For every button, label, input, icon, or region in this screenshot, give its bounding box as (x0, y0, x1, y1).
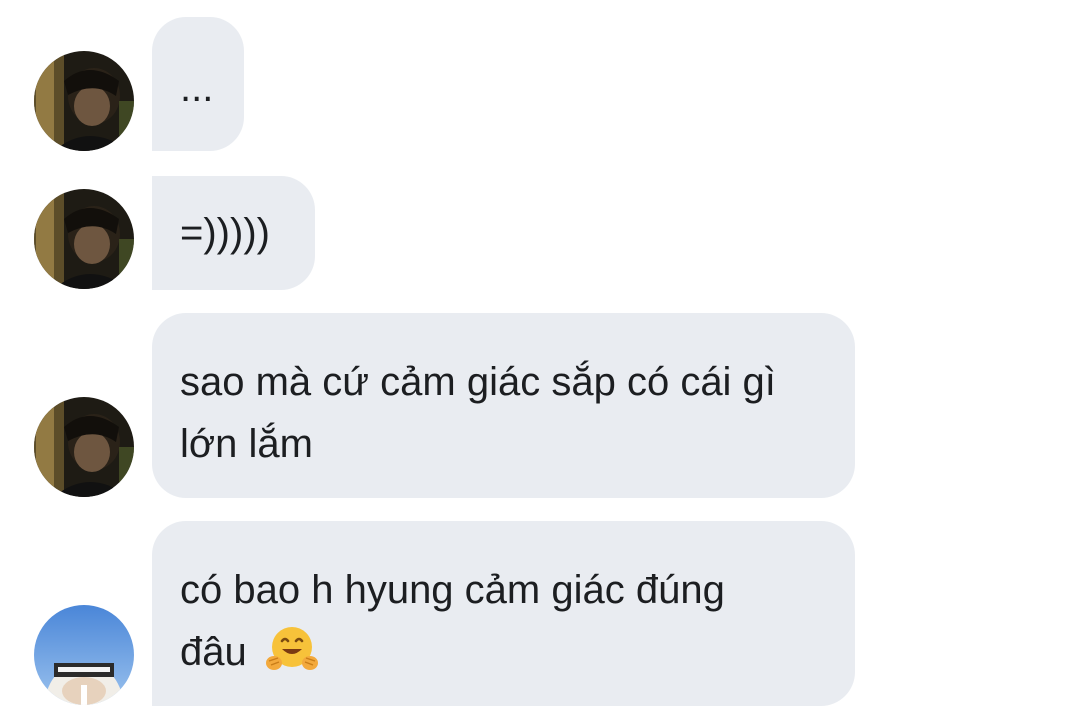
hugging-face-icon (265, 625, 318, 691)
message-text: ... (180, 66, 214, 110)
message-bubble[interactable]: sao mà cứ cảm giác sắp có cái gì lớn lắm (152, 313, 855, 498)
message-text-line: sao mà cứ cảm giác sắp có cái gì (180, 360, 776, 404)
message-text: đâu (180, 630, 247, 674)
avatar-sender-dark[interactable] (34, 189, 134, 289)
avatar-sender-dark[interactable] (34, 51, 134, 151)
message-bubble[interactable]: có bao h hyung cảm giác đúng đâu (152, 521, 855, 706)
message-bubble[interactable]: ... (152, 17, 244, 151)
avatar-sender-dark[interactable] (34, 397, 134, 497)
message-text-line: lớn lắm (180, 422, 313, 466)
message-text: =))))) (180, 211, 270, 255)
avatar-sender-light[interactable] (34, 605, 134, 705)
message-text-line: đâu (180, 621, 827, 691)
message-text-line: có bao h hyung cảm giác đúng (180, 568, 725, 612)
message-bubble[interactable]: =))))) (152, 176, 315, 290)
